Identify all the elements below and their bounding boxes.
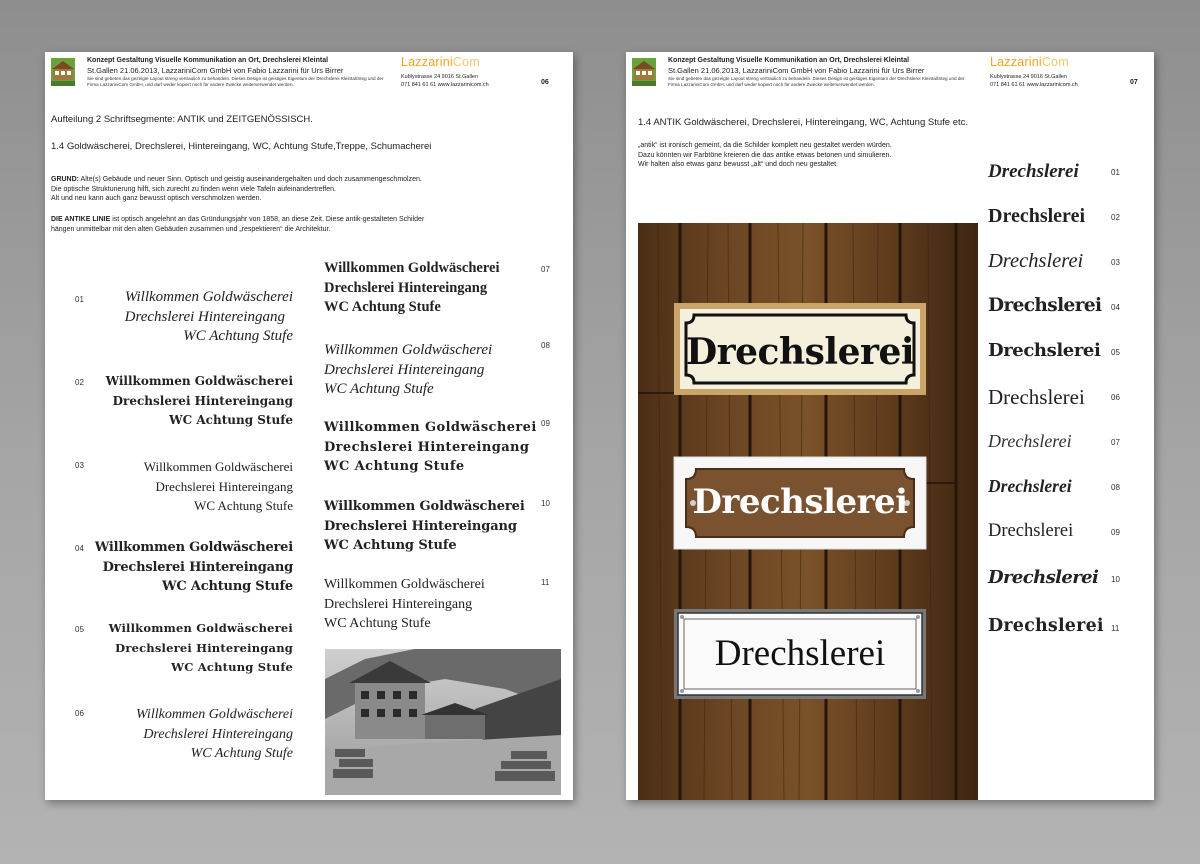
variant-07: Drechslerei — [988, 431, 1072, 451]
variant-number: 06 — [1111, 393, 1120, 402]
header-title: Konzept Gestaltung Visuelle Kommunikatio… — [668, 57, 910, 64]
variant-number: 07 — [1111, 438, 1120, 447]
header-address: Kublystrasse 24 9016 St.Gallen 071 841 61… — [990, 74, 1078, 88]
variant-08: Drechslerei — [988, 476, 1072, 496]
variant-05: Drechslerei — [988, 340, 1101, 361]
drechslerei-logo — [632, 58, 656, 86]
variant-number: 05 — [1111, 348, 1120, 357]
variant-02: Drechslerei — [988, 205, 1086, 227]
document-page-07: Konzept Gestaltung Visuelle Kommunikatio… — [626, 52, 1154, 800]
antik-paragraph: DIE ANTIKE LINIE ist optisch angelehnt a… — [51, 216, 425, 233]
variant-number: 03 — [1111, 258, 1120, 267]
variant-number: 10 — [1111, 575, 1120, 584]
variant-number: 11 — [1111, 624, 1120, 633]
grund-paragraph: GRUND: Alte(s) Gebäude und neuer Sinn. O… — [51, 176, 422, 202]
document-page-06: Konzept Gestaltung Visuelle Kommunikatio… — [45, 52, 573, 800]
header-address: Kublystrasse 24 9016 St.Gallen 071 841 61… — [401, 74, 489, 88]
historic-building-photo — [325, 649, 561, 795]
variant-11: Drechslerei — [988, 616, 1104, 636]
font-sample-03: Willkommen Goldwäscherei Drechslerei Hint… — [143, 459, 293, 513]
sign-text-2: Drechslerei — [692, 482, 908, 522]
section-title: 1.4 Goldwäscherei, Drechslerei, Hinterei… — [51, 141, 432, 152]
sign-text-1: Drechslerei — [685, 331, 915, 373]
variant-01: Drechslerei — [988, 161, 1079, 182]
header-subtitle: St.Gallen 21.06.2013, LazzariniCom GmbH … — [87, 66, 344, 75]
font-sample-05: Willkommen Goldwäscherei Drechslerei Hint… — [108, 621, 293, 674]
font-sample-11: Willkommen Goldwäscherei Drechslerei Hint… — [324, 577, 485, 631]
variant-number: 09 — [1111, 528, 1120, 537]
variant-number: 08 — [1111, 483, 1120, 492]
font-sample-08: Willkommen Goldwäscherei Drechslerei Hint… — [324, 342, 493, 397]
variant-number: 02 — [1111, 213, 1120, 222]
section-title: 1.4 ANTIK Goldwäscherei, Drechslerei, Hi… — [638, 117, 969, 128]
font-sample-10: Willkommen Goldwäscherei Drechslerei Hint… — [324, 499, 525, 553]
header-subtitle: St.Gallen 21.06.2013, LazzariniCom GmbH … — [668, 66, 925, 75]
page-number: 07 — [1130, 79, 1138, 86]
brand-logo: LazzariniCom — [990, 55, 1069, 69]
page-number: 06 — [541, 79, 549, 86]
variant-03: Drechslerei — [988, 250, 1084, 272]
font-sample-01: Willkommen Goldwäscherei Drechslerei Hint… — [124, 289, 293, 344]
variant-10: Drechslerei — [988, 567, 1099, 588]
font-sample-09: Willkommen Goldwäscherei Drechslerei Hint… — [324, 420, 537, 474]
drechslerei-logo — [51, 58, 75, 86]
font-sample-07: Willkommen Goldwäscherei Drechslerei Hint… — [324, 260, 500, 315]
variant-04: Drechslerei — [988, 295, 1102, 316]
brand-logo: LazzariniCom — [401, 55, 480, 69]
intro-paragraph: „antik“ ist ironisch gemeint, da die Sch… — [638, 142, 892, 168]
font-sample-04: Willkommen Goldwäscherei Drechslerei Hint… — [94, 540, 293, 594]
sign-text-3: Drechslerei — [714, 633, 886, 674]
variant-06: Drechslerei — [988, 385, 1085, 409]
page-heading: Aufteilung 2 Schriftsegmente: ANTIK und … — [51, 114, 313, 125]
header-confidentiality-note: Sie sind gebeten das gezeigte Layout str… — [87, 76, 384, 87]
variant-09: Drechslerei — [988, 521, 1074, 541]
header-confidentiality-note: Sie sind gebeten das gezeigte Layout str… — [668, 76, 965, 87]
variant-number: 04 — [1111, 303, 1120, 312]
font-sample-06: Willkommen Goldwäscherei Drechslerei Hint… — [136, 707, 293, 761]
header-title: Konzept Gestaltung Visuelle Kommunikatio… — [87, 57, 329, 64]
font-sample-02: Willkommen Goldwäscherei Drechslerei Hint… — [105, 374, 293, 427]
variant-number: 01 — [1111, 168, 1120, 177]
